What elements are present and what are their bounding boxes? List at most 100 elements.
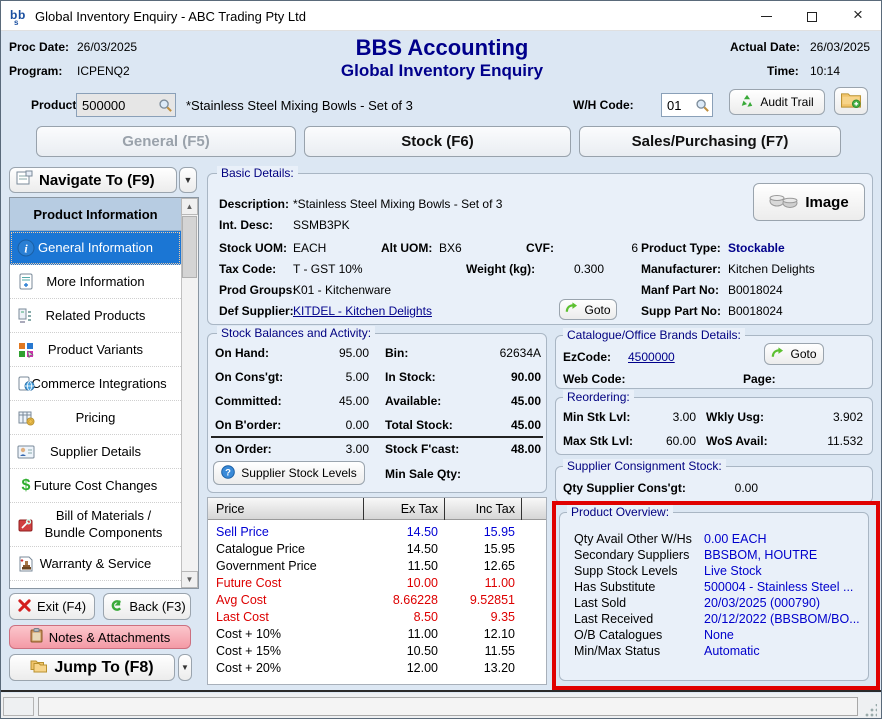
bottom-divider [1, 690, 882, 692]
overview-label: Supp Stock Levels [574, 564, 678, 578]
max-stk-lvl-label: Max Stk Lvl: [563, 434, 633, 448]
sidebar-item-bill-of-materials[interactable]: Bill of Materials / Bundle Components [10, 503, 181, 547]
sidebar-item-supplier-details[interactable]: Supplier Details [10, 435, 181, 469]
scrollbar-thumb[interactable] [182, 216, 197, 278]
goto-arrow-icon [565, 302, 578, 317]
max-stk-lvl-value: 60.00 [641, 434, 696, 448]
time-label: Time: [767, 64, 799, 78]
price-col-header[interactable]: Price [216, 502, 244, 516]
close-icon[interactable]: × [835, 1, 881, 31]
tab-stock[interactable]: Stock (F6) [304, 126, 571, 157]
tab-sales-purchasing[interactable]: Sales/Purchasing (F7) [579, 126, 841, 157]
sidebar-item-related-products[interactable]: Related Products [10, 299, 181, 333]
overview-value: Automatic [704, 644, 760, 658]
overview-label: Min/Max Status [574, 644, 660, 658]
product-search-icon[interactable] [155, 95, 175, 115]
program-value: ICPENQ2 [77, 64, 130, 78]
price-row-inc: 11.00 [445, 576, 515, 590]
overview-label: O/B Catalogues [574, 628, 662, 642]
weight-value: 0.300 [564, 262, 604, 276]
image-button[interactable]: Image [753, 183, 865, 221]
pricing-table-icon [15, 408, 37, 428]
supplier-stock-levels-button[interactable]: ? Supplier Stock Levels [213, 461, 365, 485]
price-row-label: Catalogue Price [216, 542, 305, 556]
window-title: Global Inventory Enquiry - ABC Trading P… [35, 9, 306, 24]
jump-to-button[interactable]: Jump To (F8) [9, 654, 175, 681]
price-row-ex: 8.50 [364, 610, 438, 624]
qty-consgt-value: 0.00 [701, 481, 758, 495]
sidebar-section-header: Product Information [10, 198, 181, 231]
maximize-button[interactable] [789, 1, 835, 31]
navigate-to-button[interactable]: Navigate To (F9) [9, 167, 177, 193]
committed-value: 45.00 [299, 394, 369, 408]
app-title: BBS Accounting [242, 35, 642, 61]
overview-value: 500004 - Stainless Steel ... [704, 580, 853, 594]
supplier-goto-button[interactable]: Goto [559, 299, 617, 320]
audit-trail-button[interactable]: Audit Trail [729, 89, 825, 115]
def-supplier-link[interactable]: KITDEL - Kitchen Delights [293, 304, 432, 318]
sidebar-item-warranty-service[interactable]: Warranty & Service [10, 547, 181, 581]
scroll-down-icon[interactable]: ▼ [181, 571, 198, 588]
sidebar-item-ecommerce-integrations[interactable]: eCommerce Integrations [10, 367, 181, 401]
scroll-up-icon[interactable]: ▲ [181, 198, 198, 215]
tax-code-value: T - GST 10% [293, 262, 363, 276]
on-consgt-value: 5.00 [299, 370, 369, 384]
sidebar-item-pricing[interactable]: Pricing [10, 401, 181, 435]
actual-date-value: 26/03/2025 [810, 40, 870, 54]
cvf-label: CVF: [526, 241, 554, 255]
question-icon: ? [221, 465, 235, 482]
supp-part-label: Supp Part No: [641, 304, 721, 318]
ezcode-goto-button[interactable]: Goto [764, 343, 824, 365]
product-input[interactable]: 500000 [76, 93, 176, 117]
navigate-dropdown-arrow[interactable]: ▼ [179, 167, 197, 193]
tab-general[interactable]: General (F5) [36, 126, 296, 157]
description-value: *Stainless Steel Mixing Bowls - Set of 3 [293, 197, 502, 211]
price-row-ex: 11.00 [364, 627, 438, 641]
jump-dropdown-arrow[interactable]: ▼ [178, 654, 192, 681]
on-consgt-label: On Cons'gt: [215, 370, 283, 384]
exit-button[interactable]: Exit (F4) [9, 593, 95, 620]
prod-groups-value: K01 - Kitchenware [293, 283, 391, 297]
prod-groups-label: Prod Groups: [219, 283, 296, 297]
ecommerce-globe-icon [15, 374, 37, 394]
wkly-usg-label: Wkly Usg: [706, 410, 764, 424]
price-row-inc: 9.52851 [445, 593, 515, 607]
price-row-label: Future Cost [216, 576, 281, 590]
notes-attachments-button[interactable]: Notes & Attachments [9, 625, 191, 649]
actual-date-label: Actual Date: [730, 40, 800, 54]
wh-code-input[interactable]: 01 [661, 93, 713, 117]
back-button[interactable]: Back (F3) [103, 593, 191, 620]
available-label: Available: [385, 394, 441, 408]
stock-fcast-label: Stock F'cast: [385, 442, 459, 456]
on-border-value: 0.00 [299, 418, 369, 432]
price-row-label: Cost + 10% [216, 627, 281, 641]
minimize-button[interactable] [743, 1, 789, 31]
price-row-label: Government Price [216, 559, 317, 573]
price-row-inc: 13.20 [445, 661, 515, 675]
extax-col-header[interactable]: Ex Tax [364, 502, 438, 516]
sidebar-item-future-cost-changes[interactable]: $ Future Cost Changes [10, 469, 181, 503]
inctax-col-header[interactable]: Inc Tax [445, 502, 515, 516]
overview-value: None [704, 628, 734, 642]
price-row-label: Cost + 20% [216, 661, 281, 675]
def-supplier-label: Def Supplier: [219, 304, 294, 318]
sidebar-item-general-information[interactable]: i General Information [10, 231, 181, 265]
weight-label: Weight (kg): [466, 262, 535, 276]
product-overview-box: Qty Avail Other W/Hs 0.00 EACH Secondary… [559, 512, 869, 681]
add-folder-button[interactable] [834, 87, 868, 115]
price-row-inc: 12.10 [445, 627, 515, 641]
wh-search-icon[interactable] [692, 95, 712, 115]
ezcode-link[interactable]: 4500000 [628, 350, 675, 364]
overview-value: 0.00 EACH [704, 532, 767, 546]
on-order-value: 3.00 [299, 442, 369, 456]
sidebar-item-more-information[interactable]: More Information [10, 265, 181, 299]
sidebar-item-product-variants[interactable]: Product Variants [10, 333, 181, 367]
available-value: 45.00 [471, 394, 541, 408]
stock-balances-title: Stock Balances and Activity: [217, 326, 375, 340]
resize-grip[interactable] [864, 704, 877, 717]
status-message-panel [38, 697, 858, 716]
in-stock-value: 90.00 [471, 370, 541, 384]
stock-divider [211, 436, 543, 438]
global-inventory-enquiry-window: b b s Global Inventory Enquiry - ABC Tra… [0, 0, 882, 719]
min-sale-qty-label: Min Sale Qty: [385, 467, 461, 481]
